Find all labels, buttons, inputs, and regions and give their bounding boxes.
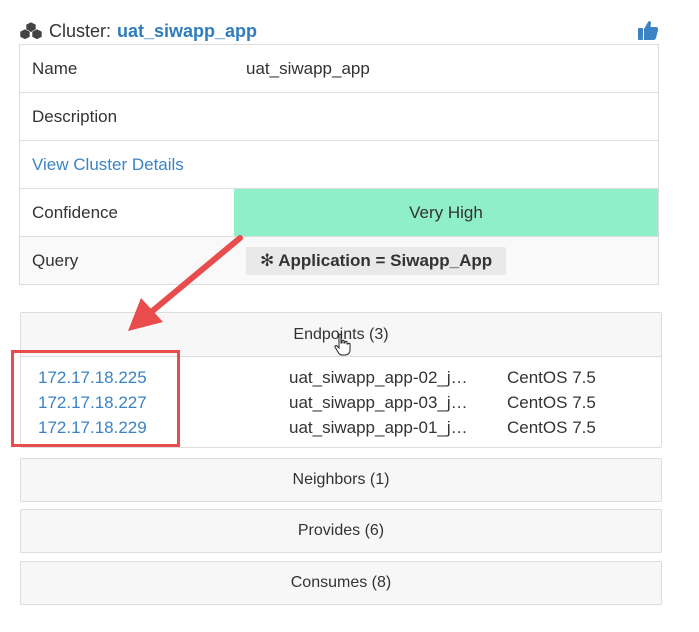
endpoint-ip-link[interactable]: 172.17.18.229 — [38, 418, 147, 438]
consumes-title: Consumes (8) — [290, 574, 392, 591]
confidence-label: Confidence — [32, 202, 119, 222]
description-label: Description — [32, 106, 118, 126]
provides-header[interactable]: Provides (6) — [21, 510, 661, 552]
endpoints-title: Endpoints (3) — [293, 325, 389, 343]
endpoint-os: CentOS 7.5 — [507, 368, 596, 387]
endpoint-row: 172.17.18.225 uat_siwapp_app-02_j… CentO… — [21, 366, 661, 391]
row-description: Description — [19, 93, 659, 141]
cluster-details-table: Name uat_siwapp_app Description View Clu… — [19, 44, 659, 285]
endpoints-header[interactable]: Endpoints (3) — [21, 313, 661, 357]
cluster-name-link[interactable]: uat_siwapp_app — [117, 21, 257, 42]
cluster-icon — [19, 21, 43, 40]
cluster-header: Cluster: uat_siwapp_app — [19, 18, 662, 44]
endpoint-hostname: uat_siwapp_app-03_j… — [289, 393, 468, 412]
query-value: Application = Siwapp_App — [278, 251, 493, 270]
endpoint-os: CentOS 7.5 — [507, 418, 596, 437]
neighbors-header[interactable]: Neighbors (1) — [21, 459, 661, 501]
endpoint-row: 172.17.18.227 uat_siwapp_app-03_j… CentO… — [21, 391, 661, 416]
neighbors-title: Neighbors (1) — [292, 471, 390, 488]
query-label: Query — [32, 250, 79, 270]
cluster-label: Cluster: — [49, 20, 112, 41]
neighbors-panel[interactable]: Neighbors (1) — [20, 458, 662, 502]
name-value: uat_siwapp_app — [246, 58, 370, 78]
endpoint-row: 172.17.18.229 uat_siwapp_app-01_j… CentO… — [21, 416, 661, 441]
query-chip: ✻ Application = Siwapp_App — [246, 247, 507, 275]
endpoint-ip-link[interactable]: 172.17.18.227 — [38, 393, 147, 413]
consumes-panel[interactable]: Consumes (8) — [20, 561, 662, 605]
confidence-text: Very High — [409, 202, 483, 222]
endpoint-os: CentOS 7.5 — [507, 393, 596, 412]
provides-title: Provides (6) — [297, 522, 385, 539]
row-view-details: View Cluster Details — [19, 141, 659, 189]
endpoint-ip-link[interactable]: 172.17.18.225 — [38, 368, 147, 388]
row-query: Query ✻ Application = Siwapp_App — [19, 237, 659, 285]
asterisk-icon: ✻ — [260, 251, 275, 270]
row-name: Name uat_siwapp_app — [19, 45, 659, 93]
confidence-value: Very High — [234, 189, 658, 236]
endpoint-hostname: uat_siwapp_app-01_j… — [289, 418, 468, 437]
provides-panel[interactable]: Provides (6) — [20, 509, 662, 553]
consumes-header[interactable]: Consumes (8) — [21, 562, 661, 604]
endpoint-hostname: uat_siwapp_app-02_j… — [289, 368, 468, 387]
view-cluster-details-link[interactable]: View Cluster Details — [32, 141, 184, 188]
endpoint-list: 172.17.18.225 uat_siwapp_app-02_j… CentO… — [21, 357, 661, 447]
row-confidence: Confidence Very High — [19, 189, 659, 237]
name-label: Name — [32, 58, 78, 78]
thumbs-up-icon[interactable] — [636, 18, 660, 42]
endpoints-panel: Endpoints (3) 172.17.18.225 uat_siwapp_a… — [20, 312, 662, 448]
